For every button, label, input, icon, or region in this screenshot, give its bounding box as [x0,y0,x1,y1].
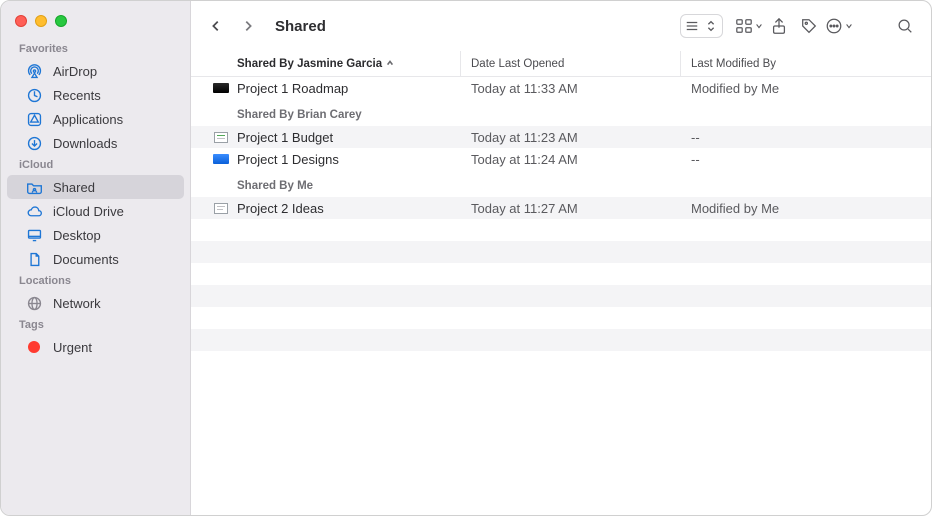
table-row[interactable]: Project 1 Roadmap Today at 11:33 AMModifi… [191,77,931,99]
sidebar-item-label: iCloud Drive [53,204,124,219]
table-row[interactable]: Project 1 Designs Today at 11:24 AM-- [191,148,931,170]
column-header-mod-label: Last Modified By [691,58,776,70]
desktop-icon [25,226,43,244]
folder-shared-icon [25,178,43,196]
chevron-down-icon [845,22,853,30]
sidebar: Favorites AirDrop Recents Applications Downl… [1,1,191,515]
file-date: Today at 11:23 AM [461,130,681,145]
column-header-name-label: Shared By Jasmine Garcia [237,58,382,70]
sidebar-item-applications[interactable]: Applications [7,107,184,131]
minimize-window-button[interactable] [35,15,47,27]
share-icon [770,17,788,35]
sidebar-item-label: Recents [53,88,101,103]
file-list: Project 1 RoadmapToday at 11:33 AMModifi… [191,77,931,515]
sort-ascending-icon [386,58,394,70]
placeholder-row [191,241,931,263]
group-by-button[interactable] [735,13,763,39]
airdrop-icon [25,62,43,80]
tags-button[interactable] [795,13,823,39]
ellipsis-circle-icon [825,17,843,35]
list-icon [685,19,699,33]
sidebar-item-label: Desktop [53,228,101,243]
back-button[interactable] [203,13,229,39]
file-name: Project 1 Designs [237,152,339,167]
updown-icon [704,19,718,33]
sidebar-item-label: Downloads [53,136,117,151]
grid-icon [735,17,753,35]
placeholder-row [191,351,931,373]
view-mode-button[interactable] [680,14,723,38]
toolbar: Shared [191,1,931,51]
file-modified-by: -- [681,152,931,167]
finder-window: Favorites AirDrop Recents Applications Downl… [0,0,932,516]
sidebar-item-label: Documents [53,252,119,267]
table-row[interactable]: Project 2 Ideas Today at 11:27 AMModified… [191,197,931,219]
sidebar-item-label: Urgent [53,340,92,355]
placeholder-row [191,285,931,307]
window-controls [1,9,190,39]
table-row[interactable]: Project 1 Budget Today at 11:23 AM-- [191,126,931,148]
column-headers: Shared By Jasmine Garcia Date Last Opene… [191,51,931,77]
apps-icon [25,110,43,128]
tag-red-icon [25,338,43,356]
cloud-icon [25,202,43,220]
sidebar-section-header: Favorites [1,39,190,59]
group-header: Shared By Me [191,170,931,197]
more-actions-button[interactable] [825,13,853,39]
sidebar-item-desktop[interactable]: Desktop [7,223,184,247]
share-button[interactable] [765,13,793,39]
sidebar-item-urgent[interactable]: Urgent [7,335,184,359]
close-window-button[interactable] [15,15,27,27]
placeholder-row [191,329,931,351]
sidebar-item-documents[interactable]: Documents [7,247,184,271]
file-name: Project 1 Budget [237,130,333,145]
sidebar-item-shared[interactable]: Shared [7,175,184,199]
doc-icon [25,250,43,268]
column-header-date[interactable]: Date Last Opened [461,51,681,76]
column-header-name[interactable]: Shared By Jasmine Garcia [191,51,461,76]
file-modified-by: Modified by Me [681,201,931,216]
sidebar-item-label: AirDrop [53,64,97,79]
file-date: Today at 11:24 AM [461,152,681,167]
sheet-file-icon [213,131,229,143]
tag-icon [800,17,818,35]
forward-button[interactable] [235,13,261,39]
main-pane: Shared [191,1,931,515]
zoom-window-button[interactable] [55,15,67,27]
chevron-down-icon [755,22,763,30]
globe-icon [25,294,43,312]
placeholder-row [191,263,931,285]
sidebar-section-header: Tags [1,315,190,335]
blue-file-icon [213,153,229,165]
doc-file-icon [213,202,229,214]
placeholder-row [191,219,931,241]
dark-file-icon [213,82,229,94]
sidebar-item-downloads[interactable]: Downloads [7,131,184,155]
window-title: Shared [275,18,326,35]
sidebar-item-label: Shared [53,180,95,195]
sidebar-section-header: iCloud [1,155,190,175]
column-header-date-label: Date Last Opened [471,58,564,70]
file-date: Today at 11:33 AM [461,81,681,96]
file-modified-by: Modified by Me [681,81,931,96]
sidebar-item-label: Network [53,296,101,311]
placeholder-row [191,307,931,329]
file-modified-by: -- [681,130,931,145]
sidebar-item-label: Applications [53,112,123,127]
search-button[interactable] [891,13,919,39]
sidebar-section-header: Locations [1,271,190,291]
sidebar-item-icloud-drive[interactable]: iCloud Drive [7,199,184,223]
search-icon [896,17,914,35]
column-header-modified-by[interactable]: Last Modified By [681,51,931,76]
sidebar-item-recents[interactable]: Recents [7,83,184,107]
download-icon [25,134,43,152]
file-name: Project 1 Roadmap [237,81,348,96]
file-date: Today at 11:27 AM [461,201,681,216]
sidebar-item-network[interactable]: Network [7,291,184,315]
file-name: Project 2 Ideas [237,201,324,216]
clock-icon [25,86,43,104]
group-header: Shared By Brian Carey [191,99,931,126]
sidebar-item-airdrop[interactable]: AirDrop [7,59,184,83]
